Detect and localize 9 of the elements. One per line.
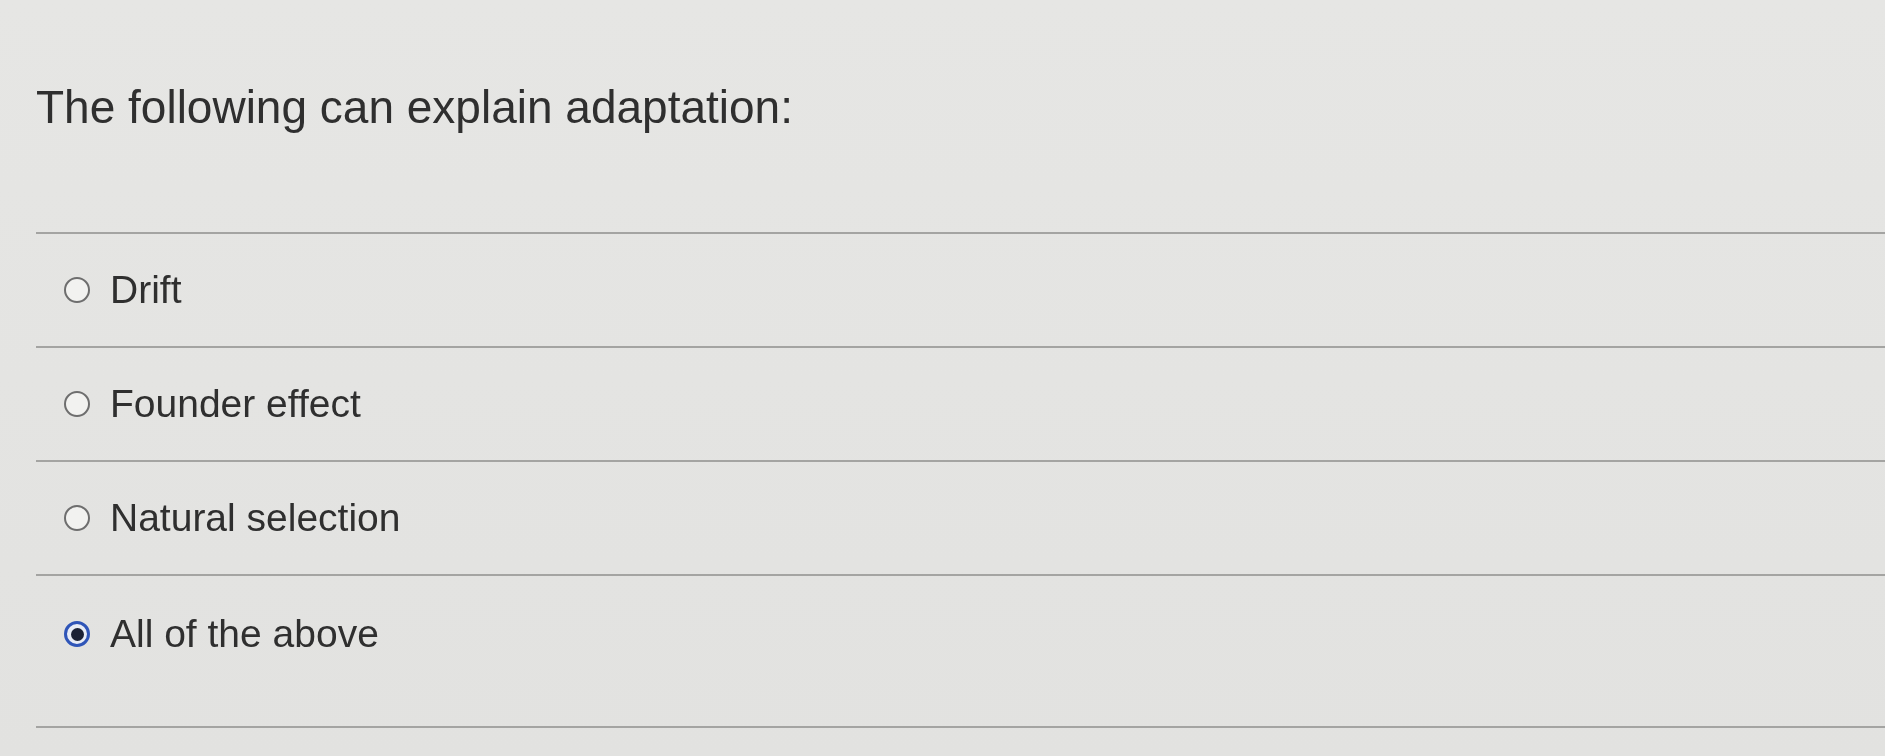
radio-button[interactable] <box>64 505 90 531</box>
question-text: The following can explain adaptation: <box>36 80 793 134</box>
option-label[interactable]: Natural selection <box>110 496 401 540</box>
option-label[interactable]: All of the above <box>110 612 379 656</box>
option-label[interactable]: Drift <box>110 268 182 312</box>
radio-button[interactable] <box>64 621 90 647</box>
radio-button[interactable] <box>64 277 90 303</box>
option-label[interactable]: Founder effect <box>110 382 361 426</box>
radio-button[interactable] <box>64 391 90 417</box>
